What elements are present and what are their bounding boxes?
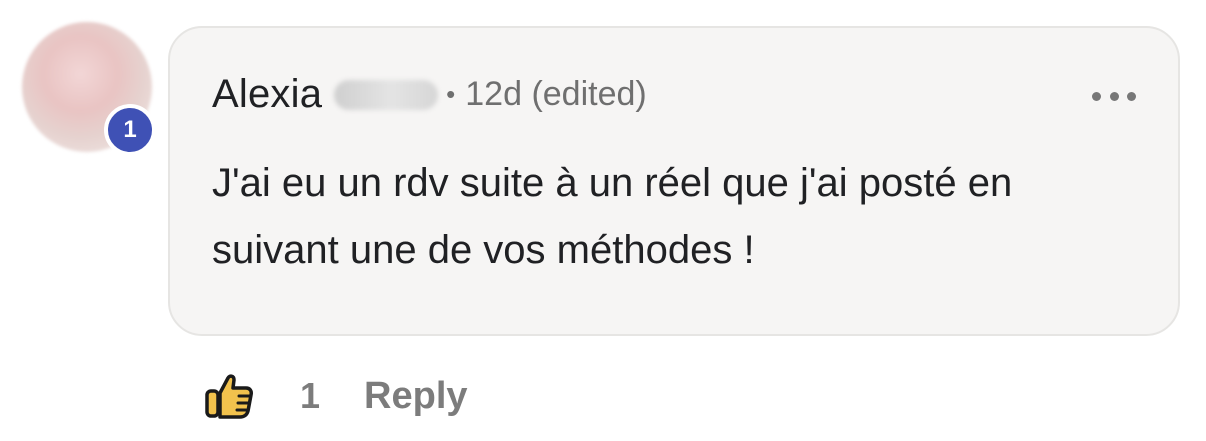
more-options-button[interactable] bbox=[1092, 82, 1136, 110]
comment-text: J'ai eu un rdv suite à un réel que j'ai … bbox=[212, 161, 1013, 272]
comment-timestamp[interactable]: 12d (edited) bbox=[465, 75, 646, 114]
more-dot-icon bbox=[1109, 91, 1119, 101]
like-button[interactable] bbox=[202, 369, 256, 423]
badge-count: 1 bbox=[123, 116, 137, 143]
comment-thread: 1 Alexia • 12d (edited) J'ai eu un rdv s… bbox=[0, 0, 1206, 441]
reply-button[interactable]: Reply bbox=[364, 375, 467, 418]
author-name[interactable]: Alexia bbox=[212, 72, 322, 117]
comment-actions: 1 Reply bbox=[202, 366, 468, 426]
more-dot-icon bbox=[1092, 91, 1101, 101]
redacted-surname bbox=[334, 79, 439, 110]
comment-header: Alexia • 12d (edited) bbox=[212, 72, 647, 117]
like-count: 1 bbox=[300, 375, 321, 416]
avatar-container[interactable]: 1 bbox=[22, 22, 158, 158]
more-dot-icon bbox=[1127, 91, 1136, 101]
thumbs-up-icon bbox=[205, 374, 253, 419]
notification-badge: 1 bbox=[104, 104, 156, 156]
comment-bubble: Alexia • 12d (edited) J'ai eu un rdv sui… bbox=[168, 26, 1180, 336]
separator-dot: • bbox=[446, 79, 456, 109]
